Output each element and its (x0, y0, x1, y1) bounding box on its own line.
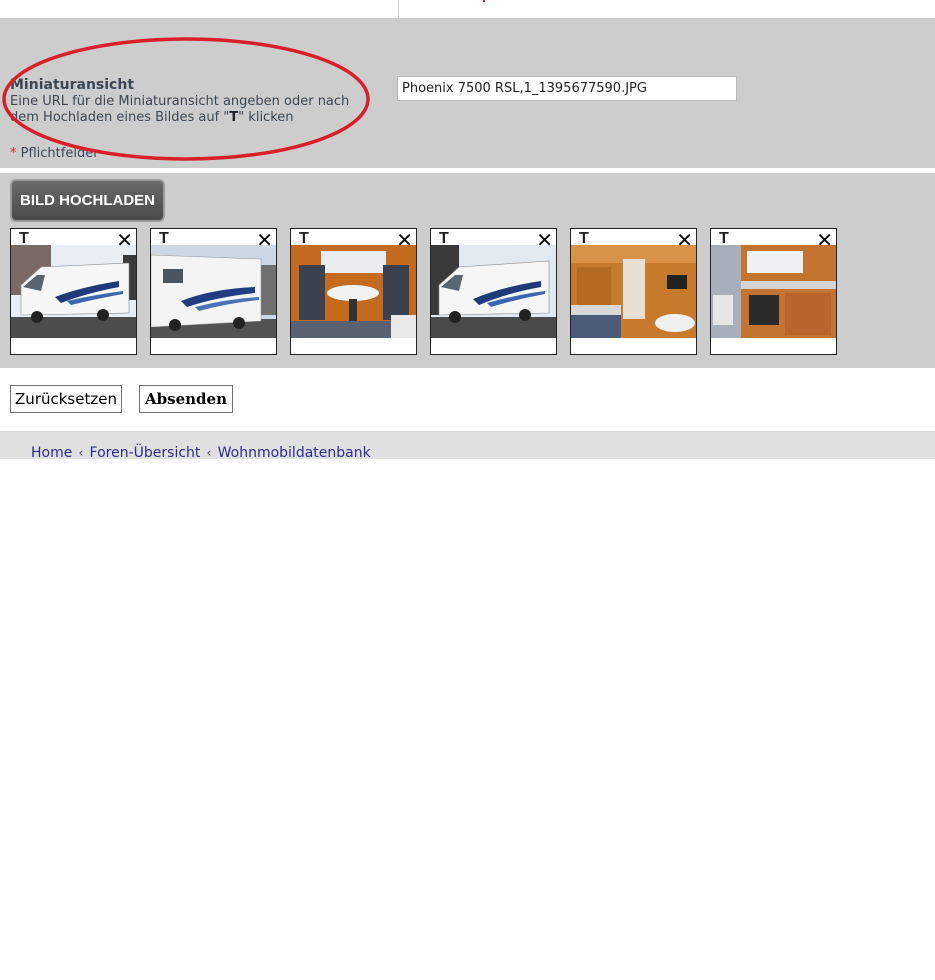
reset-button[interactable]: Zurücksetzen (10, 385, 122, 413)
top-gray-strip (0, 0, 398, 18)
red-marker (483, 0, 485, 2)
upload-image-button[interactable]: BILD HOCHLADEN (10, 179, 165, 222)
motorhome-exterior-photo (151, 245, 276, 338)
top-input-strip (398, 0, 935, 20)
set-thumbnail-button[interactable]: T (719, 231, 729, 247)
close-icon[interactable]: ✕ (816, 230, 833, 250)
thumbnail-6[interactable]: T ✕ (710, 228, 837, 355)
close-icon[interactable]: ✕ (116, 230, 133, 250)
breadcrumb-forum-overview[interactable]: Foren-Übersicht (90, 445, 201, 461)
motorhome-interior-photo (571, 245, 696, 338)
submit-button[interactable]: Absenden (139, 385, 233, 413)
description-text-pre: Eine URL für die Miniaturansicht angeben… (10, 94, 350, 125)
breadcrumb-separator: ‹ (78, 445, 84, 461)
set-thumbnail-button[interactable]: T (159, 231, 169, 247)
description-text-post: " klicken (238, 110, 294, 125)
set-thumbnail-button[interactable]: T (19, 231, 29, 247)
close-icon[interactable]: ✕ (256, 230, 273, 250)
required-fields-note: * Pflichtfelder (10, 146, 99, 161)
thumbnail-field-section-top (398, 18, 935, 20)
breadcrumb-separator: ‹ (206, 445, 212, 461)
close-icon[interactable]: ✕ (396, 230, 413, 250)
set-thumbnail-button[interactable]: T (439, 231, 449, 247)
thumbnail-3[interactable]: T ✕ (290, 228, 417, 355)
motorhome-exterior-photo (431, 245, 556, 338)
breadcrumb-database[interactable]: Wohnmobildatenbank (218, 445, 371, 461)
motorhome-interior-photo (291, 245, 416, 338)
set-thumbnail-button[interactable]: T (579, 231, 589, 247)
thumbnail-url-input[interactable] (397, 76, 737, 101)
thumbnail-4[interactable]: T ✕ (430, 228, 557, 355)
description-key: T (229, 110, 239, 125)
motorhome-interior-photo (711, 245, 836, 338)
thumbnail-field-title: Miniaturansicht (10, 77, 135, 93)
thumbnail-5[interactable]: T ✕ (570, 228, 697, 355)
required-fields-label: Pflichtfelder (20, 146, 99, 161)
set-thumbnail-button[interactable]: T (299, 231, 309, 247)
required-star: * (10, 146, 17, 161)
thumbnail-1[interactable]: T ✕ (10, 228, 137, 355)
thumbnail-2[interactable]: T ✕ (150, 228, 277, 355)
thumbnail-field-description: Eine URL für die Miniaturansicht angeben… (10, 94, 375, 126)
close-icon[interactable]: ✕ (676, 230, 693, 250)
breadcrumb: Home ‹ Foren-Übersicht ‹ Wohnmobildatenb… (31, 445, 371, 461)
motorhome-exterior-photo (11, 245, 136, 338)
close-icon[interactable]: ✕ (536, 230, 553, 250)
breadcrumb-home[interactable]: Home (31, 445, 72, 461)
